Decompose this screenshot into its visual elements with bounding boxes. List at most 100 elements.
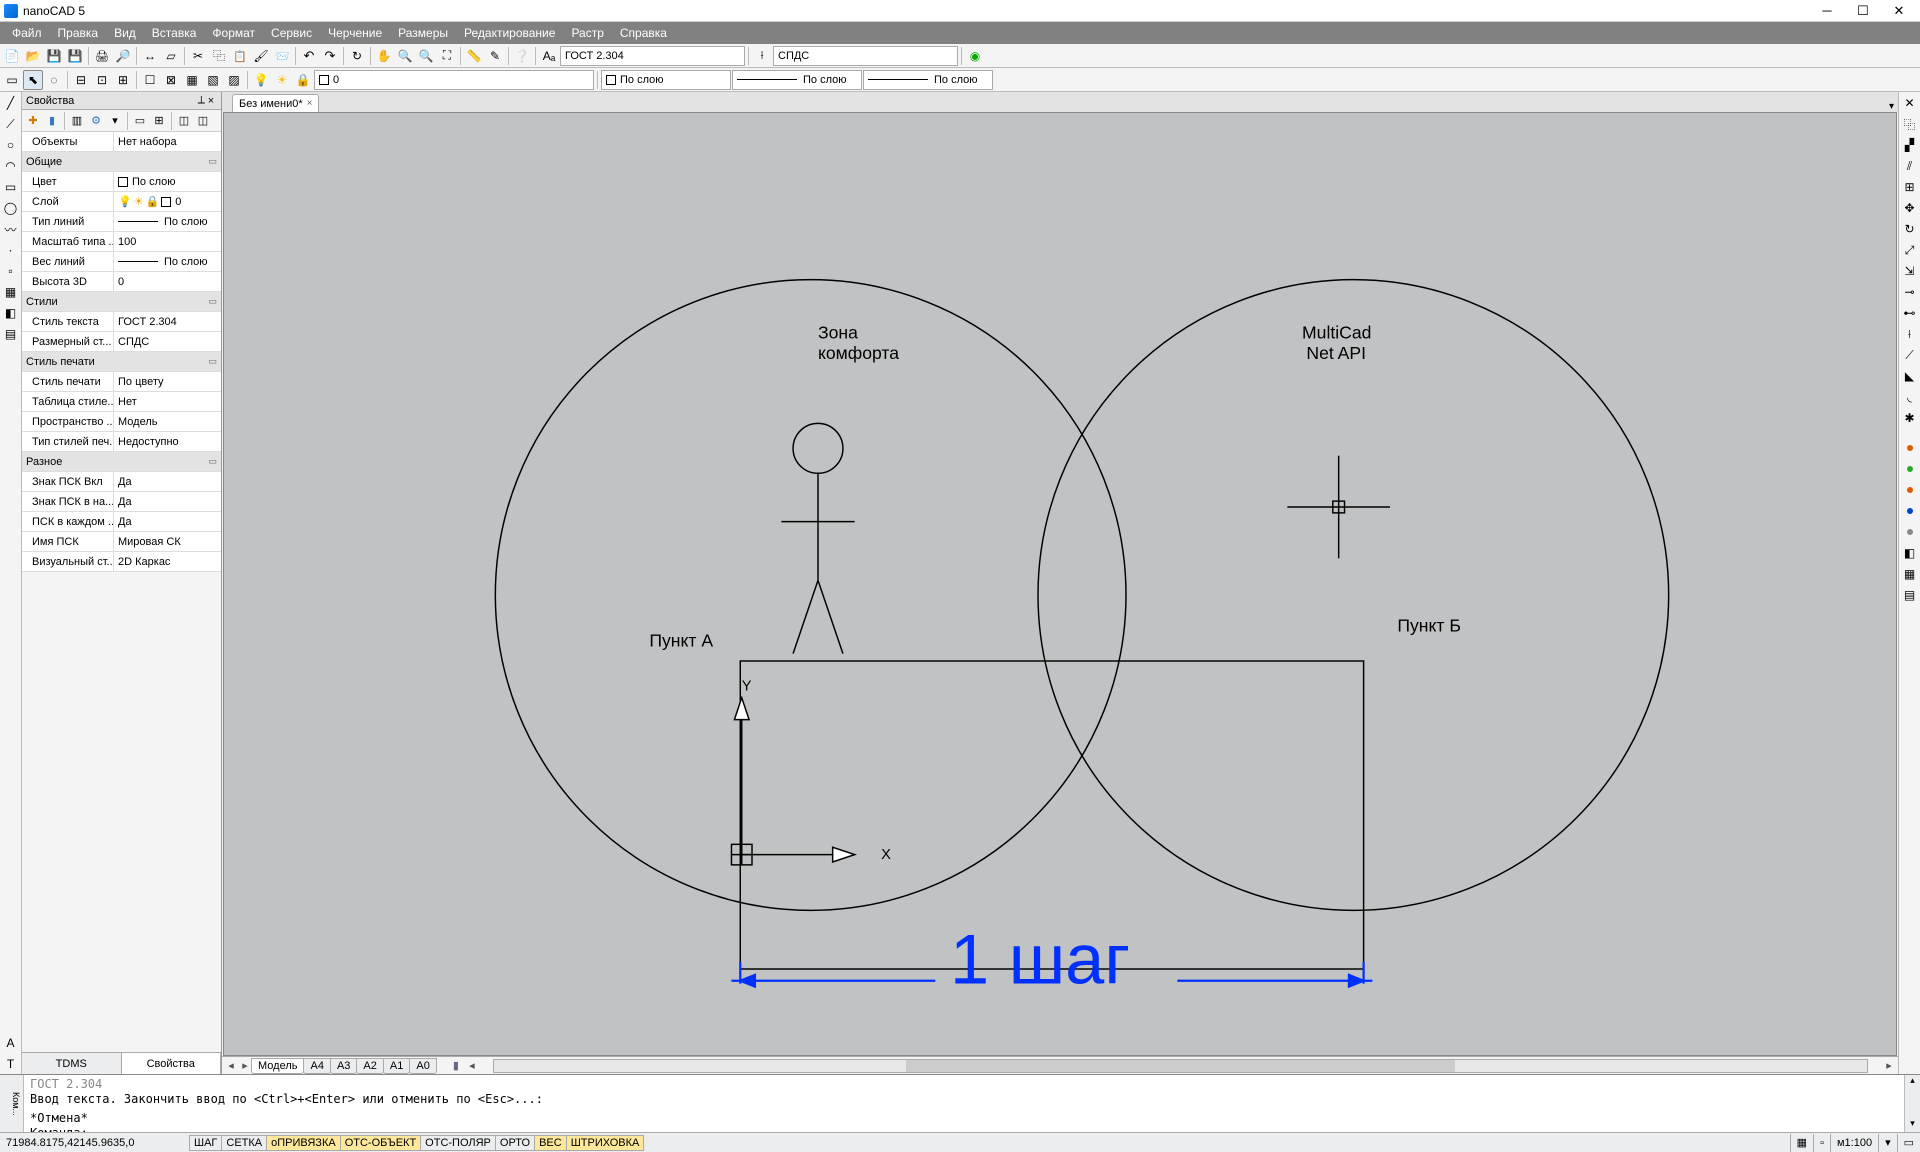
model-tab-next[interactable]: ▸ — [238, 1059, 252, 1072]
modify-break[interactable]: ⟊ — [1900, 324, 1920, 344]
lasso-button[interactable]: ◌ — [44, 70, 64, 90]
help-button[interactable]: ❔ — [512, 46, 532, 66]
color-field[interactable]: По слою — [601, 70, 731, 90]
maximize-button[interactable]: ☐ — [1854, 2, 1872, 20]
render-8[interactable]: ▤ — [1900, 585, 1920, 605]
model-tab-a0[interactable]: A0 — [409, 1058, 436, 1074]
prop-val[interactable]: Недоступно — [114, 432, 221, 451]
ellipse-tool[interactable]: ◯ — [1, 198, 21, 218]
prop-val[interactable]: 0 — [114, 272, 221, 291]
model-tab-a1[interactable]: A1 — [383, 1058, 410, 1074]
modify-chamfer[interactable]: ◣ — [1900, 366, 1920, 386]
prop-val[interactable]: 2D Каркас — [114, 552, 221, 571]
prop-val[interactable]: По слою — [114, 252, 221, 271]
cursor-button[interactable]: ⬉ — [23, 70, 43, 90]
selectall-button[interactable]: ☐ — [140, 70, 160, 90]
status-snap-ОРТО[interactable]: ОРТО — [495, 1135, 535, 1151]
arc-tool[interactable]: ◠ — [1, 156, 21, 176]
status-snap-ОТС-ПОЛЯР[interactable]: ОТС-ПОЛЯР — [420, 1135, 496, 1151]
dimstyle-icon[interactable]: ⟊ — [752, 46, 772, 66]
menu-editing[interactable]: Редактирование — [456, 26, 563, 40]
prop-val[interactable]: По слою — [114, 172, 221, 191]
render-3[interactable] — [1900, 480, 1920, 500]
properties-header[interactable]: Свойства ⟂ × — [22, 92, 221, 110]
model-tab-model[interactable]: Модель — [251, 1058, 304, 1074]
hscroll-left[interactable]: ◂ — [465, 1059, 479, 1072]
pan-realtime-button[interactable]: ✋ — [374, 46, 394, 66]
prop-btn-5[interactable]: ▾ — [106, 112, 124, 130]
menu-dimensions[interactable]: Размеры — [390, 26, 456, 40]
table-tool[interactable]: ▤ — [1, 324, 21, 344]
modify-explode[interactable]: ✱ — [1900, 408, 1920, 428]
drawing-canvas[interactable]: Зона комфорта MultiCad Net API Пункт А П… — [223, 112, 1897, 1056]
prop-btn-3[interactable]: ▥ — [68, 112, 86, 130]
area-button[interactable]: ▱ — [161, 46, 181, 66]
zoom-realtime-button[interactable]: 🔍 — [395, 46, 415, 66]
model-tab-prev[interactable]: ◂ — [224, 1059, 238, 1072]
modify-rotate[interactable]: ↻ — [1900, 219, 1920, 239]
layer-sun-icon[interactable]: ☀ — [272, 70, 292, 90]
saveall-button[interactable] — [65, 46, 85, 66]
pline-tool[interactable]: ⟋ — [1, 114, 21, 134]
prop-group-header[interactable]: Разное▭ — [22, 452, 221, 472]
layer-crumb[interactable]: 0 — [314, 70, 594, 90]
prop-val[interactable]: Да — [114, 472, 221, 491]
layer-lock-icon[interactable]: 🔒 — [293, 70, 313, 90]
region-tool[interactable]: ◧ — [1, 303, 21, 323]
zoom-window-button[interactable]: 🔍 — [416, 46, 436, 66]
render-4[interactable] — [1900, 501, 1920, 521]
linetype-field[interactable]: По слою — [732, 70, 862, 90]
status-snap-ШТРИХОВКА[interactable]: ШТРИХОВКА — [566, 1135, 645, 1151]
props-pin-icon[interactable]: ⟂ — [198, 94, 205, 107]
prop-val[interactable]: Модель — [114, 412, 221, 431]
zoom-extents-button[interactable]: ⛶ — [437, 46, 457, 66]
menu-drawing[interactable]: Черчение — [320, 26, 390, 40]
modify-mirror[interactable]: ▞ — [1900, 135, 1920, 155]
etransmit-button[interactable]: 📨 — [272, 46, 292, 66]
prop-val[interactable]: СПДС — [114, 332, 221, 351]
split-icon[interactable]: ▮ — [447, 1059, 465, 1072]
props-tab-tdms[interactable]: TDMS — [22, 1053, 122, 1074]
invert-button[interactable]: ⊡ — [92, 70, 112, 90]
doc-tab-close-icon[interactable]: × — [307, 98, 313, 109]
normacs-button[interactable]: ◉ — [965, 46, 985, 66]
prop-btn-2[interactable]: ▮ — [43, 112, 61, 130]
spline-tool[interactable]: 〰 — [1, 219, 21, 239]
prop-objects-val[interactable]: Нет набора — [114, 132, 221, 151]
close-button[interactable]: ✕ — [1890, 2, 1908, 20]
regen-button[interactable]: ↻ — [347, 46, 367, 66]
mtext-tool[interactable]: A — [1, 1033, 21, 1053]
dimstyle-field[interactable] — [773, 46, 958, 66]
modify-fillet[interactable]: ◟ — [1900, 387, 1920, 407]
command-line[interactable]: Ком... ГОСТ 2.304 Ввод текста. Закончить… — [0, 1074, 1920, 1132]
menu-view[interactable]: Вид — [106, 26, 144, 40]
menu-raster[interactable]: Растр — [563, 26, 611, 40]
model-tab-a4[interactable]: A4 — [303, 1058, 330, 1074]
similar-button[interactable]: ⊞ — [113, 70, 133, 90]
prop-val[interactable]: Да — [114, 512, 221, 531]
render-7[interactable]: ▦ — [1900, 564, 1920, 584]
modify-move[interactable]: ✥ — [1900, 198, 1920, 218]
status-popup-icon[interactable]: ▾ — [1878, 1134, 1897, 1152]
textstyle-field[interactable] — [560, 46, 745, 66]
circle-tool[interactable]: ○ — [1, 135, 21, 155]
menu-help[interactable]: Справка — [612, 26, 675, 40]
paste-button[interactable] — [230, 46, 250, 66]
prop-val[interactable]: Нет — [114, 392, 221, 411]
doctabs-dropdown-icon[interactable]: ▾ — [1889, 101, 1894, 112]
match-button[interactable]: 🖌 — [251, 46, 271, 66]
prop-val[interactable]: По цвету — [114, 372, 221, 391]
prop-val[interactable]: Да — [114, 492, 221, 511]
menu-format[interactable]: Формат — [204, 26, 263, 40]
props-close-icon[interactable]: × — [205, 95, 217, 107]
qselect-button[interactable]: ▧ — [203, 70, 223, 90]
minimize-button[interactable]: ─ — [1818, 2, 1836, 20]
props-tab-properties[interactable]: Свойства — [122, 1053, 222, 1074]
measure-button[interactable]: 📏 — [464, 46, 484, 66]
modify-scale[interactable]: ⤢ — [1900, 240, 1920, 260]
status-snap-СЕТКА[interactable]: СЕТКА — [221, 1135, 267, 1151]
modify-erase[interactable]: ✕ — [1900, 93, 1920, 113]
redo-button[interactable] — [320, 46, 340, 66]
modify-stretch[interactable]: ⇲ — [1900, 261, 1920, 281]
quickcalc-button[interactable]: ✎ — [485, 46, 505, 66]
